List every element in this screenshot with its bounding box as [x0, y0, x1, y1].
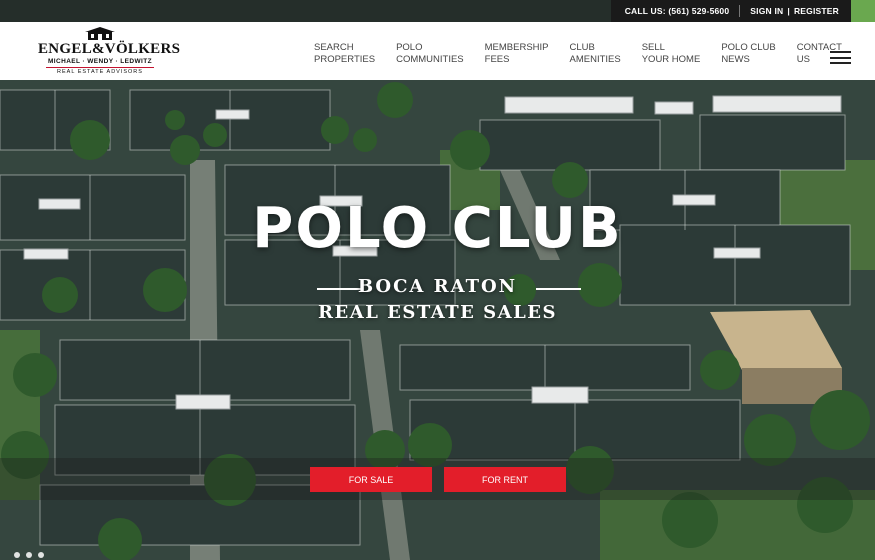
topbar-divider	[739, 5, 741, 17]
hamburger-bar	[830, 51, 851, 53]
nav-club-amenities[interactable]: CLUB AMENITIES	[570, 42, 621, 66]
hero-line-right	[536, 288, 581, 290]
hero-subtitle-sales: REAL ESTATE SALES	[318, 302, 557, 323]
nav-sell-your-home[interactable]: SELL YOUR HOME	[642, 42, 701, 66]
logo-names-text: MICHAEL · WENDY · LEDWITZ	[47, 58, 152, 65]
nav-membership-fees[interactable]: MEMBERSHIP FEES	[485, 42, 549, 66]
for-rent-button[interactable]: FOR RENT	[444, 467, 566, 492]
sign-in-link[interactable]: SIGN IN	[750, 6, 783, 16]
nav-search-properties[interactable]: SEARCH PROPERTIES	[314, 42, 375, 66]
for-sale-button[interactable]: FOR SALE	[310, 467, 432, 492]
site-header: ENGEL&VÖLKERS MICHAEL · WENDY · LEDWITZ …	[0, 22, 875, 80]
slider-dots	[14, 552, 50, 558]
call-us-link[interactable]: CALL US: (561) 529-5600	[625, 6, 730, 16]
logo-tagline: REAL ESTATE ADVISORS	[57, 69, 143, 75]
top-utility-bar: CALL US: (561) 529-5600 SIGN IN | REGIST…	[610, 0, 851, 22]
slider-dot[interactable]	[26, 552, 32, 558]
logo-rule	[46, 67, 154, 68]
corner-accent	[851, 0, 875, 22]
logo-brand-text: ENGEL&VÖLKERS	[38, 41, 181, 57]
house-logo-icon	[85, 27, 115, 40]
hamburger-menu-icon[interactable]	[830, 51, 851, 64]
brand-logo[interactable]: ENGEL&VÖLKERS MICHAEL · WENDY · LEDWITZ …	[38, 26, 181, 78]
slider-dot[interactable]	[38, 552, 44, 558]
auth-divider: |	[787, 6, 790, 16]
register-link[interactable]: REGISTER	[794, 6, 839, 16]
hero-subtitle-location: BOCA RATON	[357, 276, 518, 297]
hamburger-bar	[830, 62, 851, 64]
hero-title: POLO CLUB	[252, 196, 623, 261]
nav-polo-communities[interactable]: POLO COMMUNITIES	[396, 42, 464, 66]
nav-polo-club-news[interactable]: POLO CLUB NEWS	[721, 42, 775, 66]
cta-band	[0, 458, 875, 500]
hamburger-bar	[830, 56, 851, 59]
slider-dot[interactable]	[14, 552, 20, 558]
main-nav: SEARCH PROPERTIES POLO COMMUNITIES MEMBE…	[314, 42, 863, 66]
